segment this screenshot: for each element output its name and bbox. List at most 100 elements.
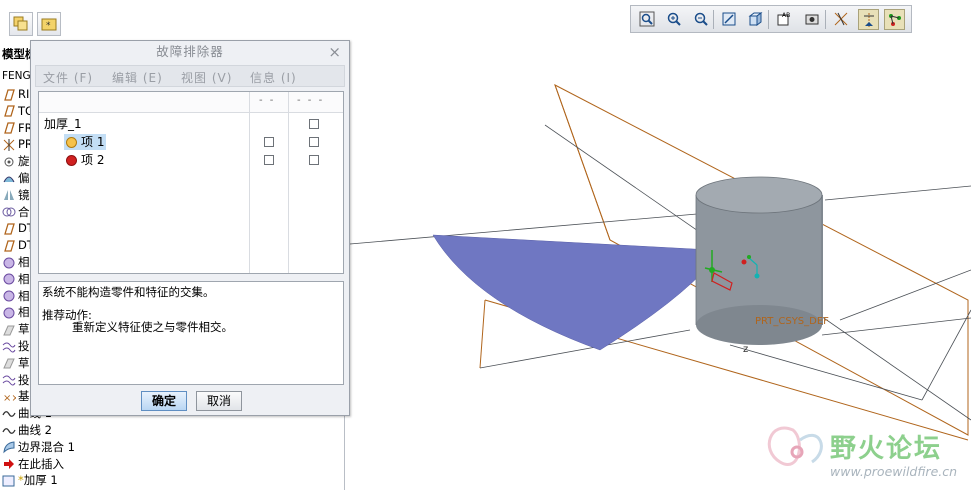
row-selection: 项 1 — [64, 134, 107, 150]
watermark-logo — [767, 426, 823, 466]
tree-item-label: 边界混合 1 — [18, 439, 75, 454]
cancel-button[interactable]: 取消 — [196, 391, 242, 411]
tree-item[interactable]: 曲线 2 — [2, 422, 52, 438]
grid-row-thicken[interactable]: 加厚_1 — [39, 116, 343, 132]
tree-item-label: 草 — [18, 355, 30, 370]
project-curve-icon — [2, 373, 16, 387]
tree-item[interactable]: 投 — [2, 372, 30, 388]
message-panel: 系统不能构造零件和特征的交集。 推荐动作: 重新定义特征使之与零件相交。 — [38, 281, 344, 385]
boundary-blend-surface — [432, 234, 713, 351]
tree-item[interactable]: 合 — [2, 204, 30, 220]
tree-item-label: 加厚 1 — [23, 473, 58, 488]
row-checkbox-2[interactable] — [309, 119, 319, 129]
zoom-in-button[interactable] — [664, 9, 685, 30]
intersect-icon — [2, 272, 16, 286]
menu-edit[interactable]: 编辑 (E) — [112, 69, 163, 86]
row-checkbox-1[interactable] — [264, 155, 274, 165]
grid-row-item-1[interactable]: 项 1 — [39, 134, 343, 150]
tree-item-label: 投 — [18, 339, 30, 353]
tree-item[interactable]: 镜 — [2, 187, 30, 203]
row-checkbox-2[interactable] — [309, 155, 319, 165]
new-folder-button[interactable]: * — [37, 12, 61, 36]
revolve-icon — [2, 155, 16, 169]
csys-label: PRT_CSYS_DEF — [755, 316, 829, 327]
row-label: 加厚_1 — [44, 117, 82, 131]
datum-plane-icon — [2, 121, 16, 135]
mirror-icon — [2, 188, 16, 202]
datum-planes-toggle-button[interactable] — [831, 9, 852, 30]
tree-item[interactable]: 边界混合 1 — [2, 439, 75, 455]
csys-icon — [2, 138, 16, 152]
datum-plane-icon — [2, 222, 16, 236]
menu-view[interactable]: 视图 (V) — [181, 69, 232, 86]
sketch-icon — [2, 356, 16, 370]
datum-points-toggle-button[interactable] — [884, 9, 905, 30]
tree-item[interactable]: 相 — [2, 288, 30, 304]
repaint-button[interactable] — [719, 9, 740, 30]
grid-row-item-2[interactable]: 项 2 — [39, 152, 343, 168]
error-dot-icon — [66, 155, 77, 166]
row-label: 项 1 — [81, 135, 105, 149]
boundary-blend-icon — [2, 440, 16, 454]
row-checkbox-2[interactable] — [309, 137, 319, 147]
toolbar-separator — [713, 10, 714, 29]
column-header-2: - - - — [297, 95, 325, 106]
zoom-out-button[interactable] — [691, 9, 712, 30]
tree-item[interactable]: 相 — [2, 271, 30, 287]
dialog-title: 故障排除器 — [156, 44, 224, 59]
row-checkbox-1[interactable] — [264, 137, 274, 147]
svg-text:AB: AB — [782, 12, 790, 19]
tree-item[interactable]: *加厚 1 — [2, 472, 58, 488]
menu-info[interactable]: 信息 (I) — [250, 69, 297, 86]
insert-arrow-icon — [2, 457, 16, 471]
tree-item[interactable]: FR — [2, 120, 33, 136]
tree-item[interactable]: ×× 基 — [2, 388, 30, 404]
watermark-name: 野火论坛 — [830, 434, 943, 464]
curve-icon — [2, 407, 16, 421]
tree-item-label: RI — [18, 87, 30, 101]
view-manager-button[interactable] — [802, 9, 823, 30]
tree-item-label: 偏 — [18, 171, 30, 185]
saved-views-button[interactable]: AB — [774, 9, 795, 30]
tree-item[interactable]: 旋 — [2, 153, 30, 169]
tree-item[interactable]: 偏 — [2, 170, 30, 186]
tree-item-label: 草 — [18, 322, 30, 337]
toolbar-separator — [768, 10, 769, 29]
tree-item[interactable]: 草 — [2, 355, 30, 371]
ok-button[interactable]: 确定 — [141, 391, 187, 411]
curve-icon — [2, 424, 16, 438]
svg-text:××: ×× — [3, 393, 16, 404]
troubleshooter-dialog: 故障排除器 × 文件 (F) 编辑 (E) 视图 (V) 信息 (I) - - … — [30, 40, 350, 416]
datum-point-icon: ×× — [2, 390, 20, 404]
tree-item-label: 旋 — [18, 154, 30, 169]
zoom-window-button[interactable] — [637, 9, 658, 30]
tree-item[interactable]: 草 — [2, 321, 30, 337]
tree-item-label: 投 — [18, 372, 30, 387]
axis-label: z — [743, 344, 748, 355]
tree-item[interactable]: 相 — [2, 254, 30, 270]
menu-file[interactable]: 文件 (F) — [43, 69, 93, 86]
tree-item[interactable]: 在此插入 — [2, 456, 64, 472]
recommend-text: 重新定义特征使之与零件相交。 — [72, 320, 233, 334]
item-grid: - - - - - 加厚_1 项 1 项 2 — [38, 91, 344, 274]
tree-item-label: 相 — [18, 288, 30, 303]
tree-item[interactable]: 相 — [2, 304, 30, 320]
tree-item-label: 相 — [18, 305, 30, 320]
tree-item-label: 相 — [18, 255, 30, 269]
intersect-icon — [2, 289, 16, 303]
tree-item[interactable]: RI — [2, 86, 29, 102]
tree-item[interactable]: PR — [2, 136, 33, 152]
viewport-toolbar: AB — [630, 5, 912, 33]
row-content: 项 2 — [64, 152, 106, 168]
copy-layers-button[interactable] — [9, 12, 33, 36]
close-icon[interactable]: × — [328, 43, 341, 61]
shading-button[interactable] — [746, 9, 767, 30]
dialog-menubar: 文件 (F) 编辑 (E) 视图 (V) 信息 (I) — [35, 65, 345, 87]
tree-item[interactable]: 投 — [2, 338, 30, 354]
tree-item-label: 在此插入 — [18, 456, 64, 471]
datum-axes-toggle-button[interactable] — [858, 9, 879, 30]
warning-dot-icon — [66, 137, 77, 148]
copy-layers-icon — [13, 16, 28, 31]
offset-icon — [2, 172, 16, 186]
toolbar-separator — [825, 10, 826, 29]
